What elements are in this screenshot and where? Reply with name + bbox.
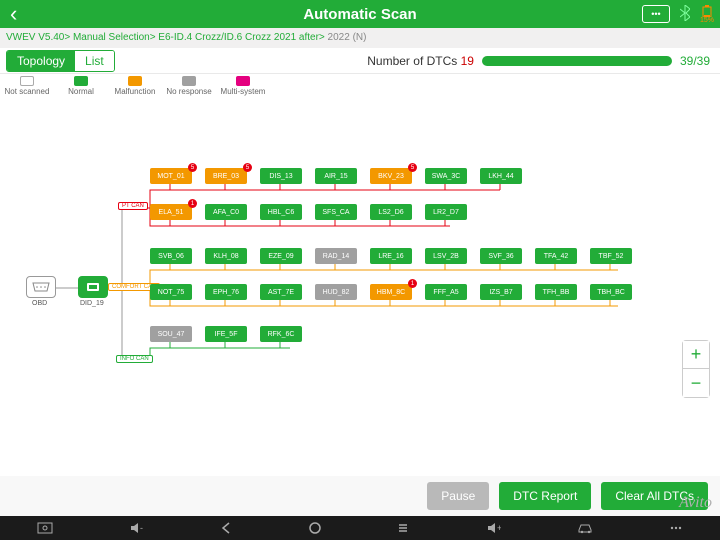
ecu-node-sou_47[interactable]: SOU_47 — [150, 326, 192, 342]
bluetooth-icon — [680, 5, 690, 24]
ecu-node-eze_09[interactable]: EZE_09 — [260, 248, 302, 264]
dtc-report-button[interactable]: DTC Report — [499, 482, 591, 510]
battery-indicator: 15% — [700, 5, 714, 24]
scan-progress-text: 39/39 — [680, 54, 710, 68]
watermark: Avito — [679, 494, 712, 512]
ecu-node-rfk_6c[interactable]: RFK_6C — [260, 326, 302, 342]
svg-text:-: - — [140, 523, 143, 533]
bus-label-pt-can: PT CAN — [118, 202, 148, 210]
obd-label: OBD — [32, 300, 47, 307]
volume-down-icon[interactable]: - — [128, 521, 144, 535]
ecu-node-hud_82[interactable]: HUD_82 — [315, 284, 357, 300]
chat-icon[interactable]: ••• — [642, 5, 670, 23]
ecu-node-tbh_bc[interactable]: TBH_BC — [590, 284, 632, 300]
ecu-node-dis_13[interactable]: DIS_13 — [260, 168, 302, 184]
swatch-no-response — [182, 76, 196, 86]
ecu-node-klh_08[interactable]: KLH_08 — [205, 248, 247, 264]
obd-connector-icon — [26, 276, 56, 298]
swatch-not-scanned — [20, 76, 34, 86]
nav-recent-icon[interactable] — [396, 521, 410, 535]
ecu-node-lre_16[interactable]: LRE_16 — [370, 248, 412, 264]
nav-back-icon[interactable] — [219, 521, 233, 535]
gateway-label: DID_19 — [80, 300, 104, 307]
tab-list[interactable]: List — [75, 51, 114, 71]
ecu-node-ela_51[interactable]: ELA_511 — [150, 204, 192, 220]
ecu-node-fff_a5[interactable]: FFF_A5 — [425, 284, 467, 300]
ecu-node-svf_36[interactable]: SVF_36 — [480, 248, 522, 264]
battery-percent: 15% — [700, 17, 714, 24]
ecu-node-eph_76[interactable]: EPH_76 — [205, 284, 247, 300]
title-bar: ‹ Automatic Scan ••• 15% — [0, 0, 720, 28]
ecu-node-lkh_44[interactable]: LKH_44 — [480, 168, 522, 184]
dtc-badge: 5 — [243, 163, 252, 172]
view-tabs: Topology List — [6, 50, 115, 72]
ecu-node-bkv_23[interactable]: BKV_235 — [370, 168, 412, 184]
dtc-badge: 1 — [188, 199, 197, 208]
pause-button[interactable]: Pause — [427, 482, 489, 510]
status-legend: Not scanned Normal Malfunction No respon… — [0, 74, 720, 100]
nav-home-icon[interactable] — [308, 521, 322, 535]
swatch-normal — [74, 76, 88, 86]
ecu-node-swa_3c[interactable]: SWA_3C — [425, 168, 467, 184]
bus-label-info-can: INFO CAN — [116, 355, 153, 363]
zoom-in-button[interactable]: + — [683, 341, 709, 369]
breadcrumb-path: VWEV V5.40> Manual Selection> E6-ID.4 Cr… — [6, 32, 325, 43]
breadcrumb-current: 2022 (N) — [325, 32, 367, 43]
dtc-count-label: Number of DTCs 19 — [367, 54, 474, 68]
page-title: Automatic Scan — [303, 6, 416, 23]
ecu-node-lsv_2b[interactable]: LSV_2B — [425, 248, 467, 264]
back-icon[interactable]: ‹ — [10, 1, 17, 27]
ecu-node-air_15[interactable]: AIR_15 — [315, 168, 357, 184]
ecu-node-svb_06[interactable]: SVB_06 — [150, 248, 192, 264]
action-bar: Pause DTC Report Clear All DTCs — [0, 476, 720, 516]
ecu-node-tfa_42[interactable]: TFA_42 — [535, 248, 577, 264]
more-icon[interactable] — [669, 521, 683, 535]
ecu-node-lr2_d7[interactable]: LR2_D7 — [425, 204, 467, 220]
dtc-badge: 1 — [408, 279, 417, 288]
sub-toolbar: Topology List Number of DTCs 19 39/39 — [0, 48, 720, 74]
tab-topology[interactable]: Topology — [7, 51, 75, 71]
ecu-node-afa_c0[interactable]: AFA_C0 — [205, 204, 247, 220]
ecu-node-ls2_d6[interactable]: LS2_D6 — [370, 204, 412, 220]
dtc-count-value: 19 — [461, 54, 474, 68]
ecu-node-ast_7e[interactable]: AST_7E — [260, 284, 302, 300]
swatch-malfunction — [128, 76, 142, 86]
scan-progress — [482, 56, 672, 66]
topology-canvas[interactable]: OBD DID_19 PT CAN COMFORT CAN INFO CAN M… — [0, 100, 720, 480]
ecu-node-hbl_c6[interactable]: HBL_C6 — [260, 204, 302, 220]
svg-text:+: + — [497, 523, 501, 533]
ecu-node-not_75[interactable]: NOT_75 — [150, 284, 192, 300]
volume-up-icon[interactable]: + — [485, 521, 501, 535]
ecu-node-ife_5f[interactable]: IFE_5F — [205, 326, 247, 342]
zoom-controls: + − — [682, 340, 710, 398]
ecu-node-tfh_bb[interactable]: TFH_BB — [535, 284, 577, 300]
dtc-badge: 5 — [408, 163, 417, 172]
ecu-node-hbm_8c[interactable]: HBM_8C1 — [370, 284, 412, 300]
ecu-node-sfs_ca[interactable]: SFS_CA — [315, 204, 357, 220]
car-icon[interactable] — [576, 521, 594, 535]
breadcrumb: VWEV V5.40> Manual Selection> E6-ID.4 Cr… — [0, 28, 720, 48]
swatch-multi-system — [236, 76, 250, 86]
dtc-badge: 5 — [188, 163, 197, 172]
ecu-node-izs_b7[interactable]: IZS_B7 — [480, 284, 522, 300]
ecu-node-mot_01[interactable]: MOT_015 — [150, 168, 192, 184]
ecu-node-rad_14[interactable]: RAD_14 — [315, 248, 357, 264]
ecu-node-tbf_52[interactable]: TBF_52 — [590, 248, 632, 264]
gateway-icon[interactable] — [78, 276, 108, 298]
zoom-out-button[interactable]: − — [683, 369, 709, 397]
android-navbar: - + — [0, 516, 720, 540]
ecu-node-bre_03[interactable]: BRE_035 — [205, 168, 247, 184]
screenshot-icon[interactable] — [37, 521, 53, 535]
